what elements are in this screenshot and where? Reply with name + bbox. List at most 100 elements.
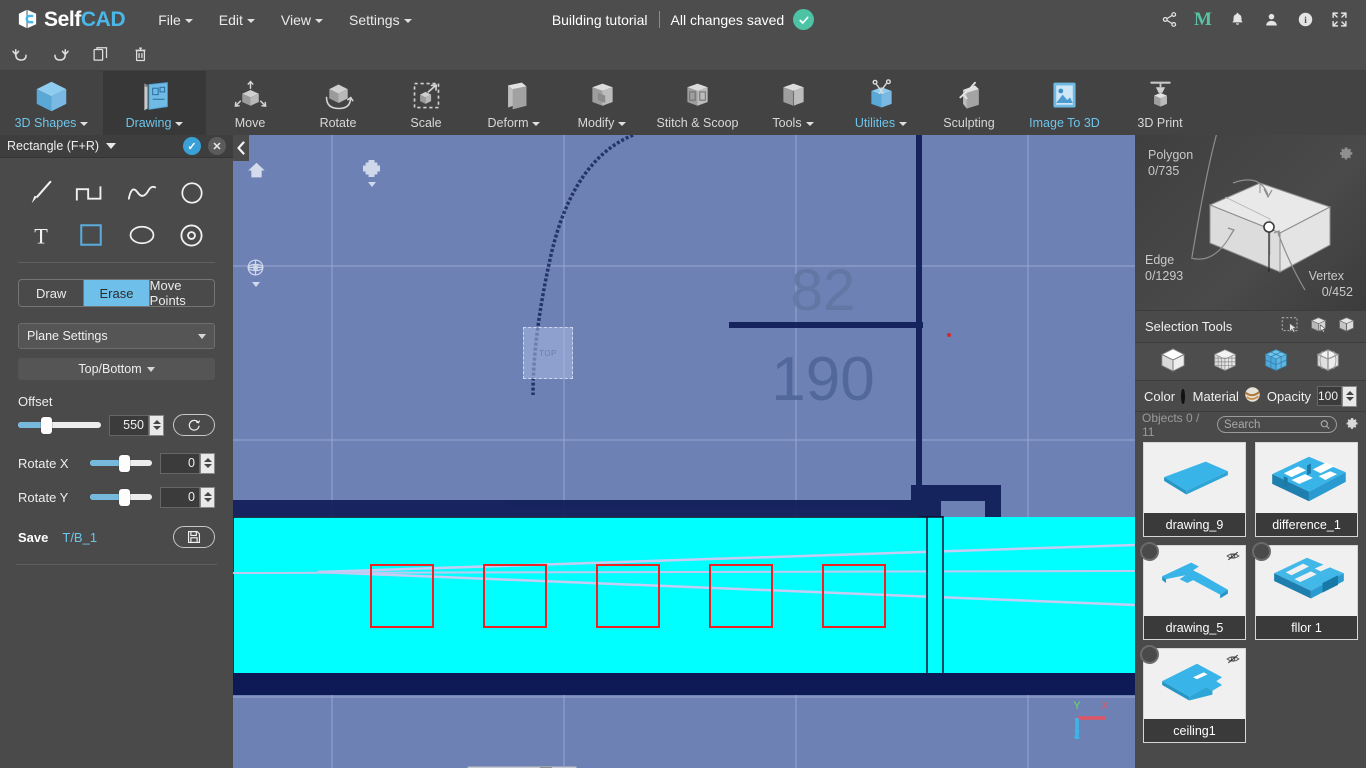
undo-icon[interactable]: [0, 39, 40, 71]
axis-gizmo[interactable]: Y X Z: [1063, 696, 1119, 746]
menu-file[interactable]: File: [145, 6, 206, 34]
rectangle-icon[interactable]: [66, 216, 116, 254]
object-card-fllor-1[interactable]: fllor 1: [1252, 542, 1358, 640]
account-icon[interactable]: [1254, 0, 1288, 39]
orbit-icon[interactable]: [246, 258, 265, 287]
loop-select-icon[interactable]: [1337, 316, 1356, 337]
text-tool-icon[interactable]: T: [16, 216, 66, 254]
3d-viewport[interactable]: 82 190 TOP Y X Z: [233, 135, 1135, 768]
duplicate-icon[interactable]: [80, 39, 120, 71]
cancel-button[interactable]: ✕: [208, 137, 226, 155]
ribbon-rotate[interactable]: Rotate: [294, 71, 382, 135]
selfcad-logo[interactable]: SelfCAD: [16, 8, 126, 32]
material-sphere-icon[interactable]: [1244, 386, 1261, 406]
hidden-eye-icon[interactable]: [1226, 653, 1240, 665]
object-card-difference-1[interactable]: difference_1: [1255, 442, 1358, 537]
ribbon-modify[interactable]: Modify: [558, 71, 646, 135]
share-icon[interactable]: [1152, 0, 1186, 39]
mode-draw-button[interactable]: Draw: [19, 280, 85, 306]
circle-icon[interactable]: [167, 174, 217, 212]
chevron-down-icon[interactable]: [251, 282, 260, 287]
top-plane-marker[interactable]: TOP: [523, 327, 573, 379]
object-card-drawing-5[interactable]: drawing_5: [1140, 542, 1246, 640]
delete-icon[interactable]: [120, 39, 160, 71]
curve-icon[interactable]: [117, 174, 167, 212]
offset-value-field[interactable]: 550: [109, 414, 149, 436]
slider-thumb[interactable]: [118, 489, 130, 506]
triangle-down-icon[interactable]: [106, 143, 117, 149]
monetize-icon[interactable]: M: [1186, 0, 1220, 39]
hidden-eye-icon[interactable]: [1226, 550, 1240, 562]
notifications-icon[interactable]: [1220, 0, 1254, 39]
ribbon-scale[interactable]: Scale: [382, 71, 470, 135]
ribbon-sculpting[interactable]: Sculpting: [925, 71, 1013, 135]
redo-icon[interactable]: [40, 39, 80, 71]
object-card-ceiling1[interactable]: ceiling1: [1140, 645, 1246, 743]
object-select-radio[interactable]: [1252, 542, 1271, 561]
object-mode-icon[interactable]: [1158, 346, 1188, 377]
slider-thumb[interactable]: [118, 455, 130, 472]
objects-search[interactable]: [1217, 416, 1337, 433]
ribbon-move[interactable]: Move: [206, 71, 294, 135]
info-icon[interactable]: i: [1288, 0, 1322, 39]
fullscreen-icon[interactable]: [1322, 0, 1356, 39]
view-cube-icon[interactable]: [363, 160, 380, 187]
plane-settings-dropdown[interactable]: Plane Settings: [18, 323, 215, 349]
objects-search-input[interactable]: [1224, 418, 1320, 431]
slider-fill: [90, 460, 121, 466]
stitch-scoop-icon: [679, 77, 716, 115]
mode-move-points-button[interactable]: Move Points: [149, 280, 214, 306]
object-select-radio[interactable]: [1140, 542, 1159, 561]
polyline-icon[interactable]: [66, 174, 116, 212]
freehand-brush-icon[interactable]: [16, 174, 66, 212]
rotate-y-value-field[interactable]: 0: [160, 486, 200, 508]
polygon-mode-icon[interactable]: [1261, 346, 1291, 377]
vertex-mode-icon[interactable]: [1210, 346, 1240, 377]
chevron-down-icon[interactable]: [367, 182, 376, 187]
home-icon[interactable]: [247, 161, 266, 183]
mode-erase-button[interactable]: Erase: [84, 280, 150, 306]
rotate-x-stepper[interactable]: [200, 452, 215, 474]
confirm-button[interactable]: ✓: [183, 137, 201, 155]
offset-reset-button[interactable]: [173, 414, 215, 436]
tool-options-panel: Rectangle (F+R) ✓ ✕ T Draw Erase Move Po…: [0, 135, 233, 768]
rect-select-icon[interactable]: [1281, 316, 1300, 337]
ribbon-image-to-3d[interactable]: Image To 3D: [1013, 71, 1116, 135]
offset-stepper[interactable]: [149, 414, 164, 436]
opacity-stepper[interactable]: [1342, 385, 1357, 407]
ribbon-stitch-scoop[interactable]: Stitch & Scoop: [646, 71, 749, 135]
color-swatch[interactable]: [1181, 388, 1185, 404]
ribbon-3d-shapes[interactable]: 3D Shapes: [0, 71, 103, 135]
ribbon-deform[interactable]: Deform: [470, 71, 558, 135]
ring-icon[interactable]: [167, 216, 217, 254]
viewport-canvas[interactable]: 82 190: [233, 135, 1135, 768]
box-select-icon[interactable]: [1309, 316, 1328, 337]
panel-collapse-button[interactable]: [233, 135, 249, 161]
menu-edit[interactable]: Edit: [206, 6, 268, 34]
edge-mode-icon[interactable]: [1313, 346, 1343, 377]
slider-thumb[interactable]: [41, 417, 53, 434]
menu-settings[interactable]: Settings: [336, 6, 425, 34]
save-button[interactable]: [173, 526, 215, 548]
offset-slider[interactable]: [18, 417, 101, 434]
ellipse-icon[interactable]: [117, 216, 167, 254]
object-card-drawing-9[interactable]: drawing_9: [1143, 442, 1246, 537]
rotate-y-slider[interactable]: [90, 489, 152, 506]
save-preset-name[interactable]: T/B_1: [62, 530, 97, 545]
ribbon-drawing[interactable]: Drawing: [103, 71, 206, 135]
menu-view[interactable]: View: [268, 6, 336, 34]
ribbon-utilities[interactable]: Utilities: [837, 71, 925, 135]
ribbon-tools[interactable]: Tools: [749, 71, 837, 135]
rotate-y-stepper[interactable]: [200, 486, 215, 508]
ribbon-3d-print[interactable]: 3D Print: [1116, 71, 1204, 135]
sculpting-icon: [951, 77, 988, 115]
save-status-text: All changes saved: [670, 11, 785, 28]
rotate-x-value-field[interactable]: 0: [160, 452, 200, 474]
opacity-value-field[interactable]: 100: [1316, 386, 1342, 406]
plane-orientation-button[interactable]: Top/Bottom: [18, 358, 215, 380]
gear-icon[interactable]: [1337, 145, 1354, 165]
rotate-x-slider[interactable]: [90, 455, 152, 472]
stepper-down-icon: [152, 426, 161, 430]
object-select-radio[interactable]: [1140, 645, 1159, 664]
objects-settings-gear-icon[interactable]: [1344, 416, 1359, 434]
